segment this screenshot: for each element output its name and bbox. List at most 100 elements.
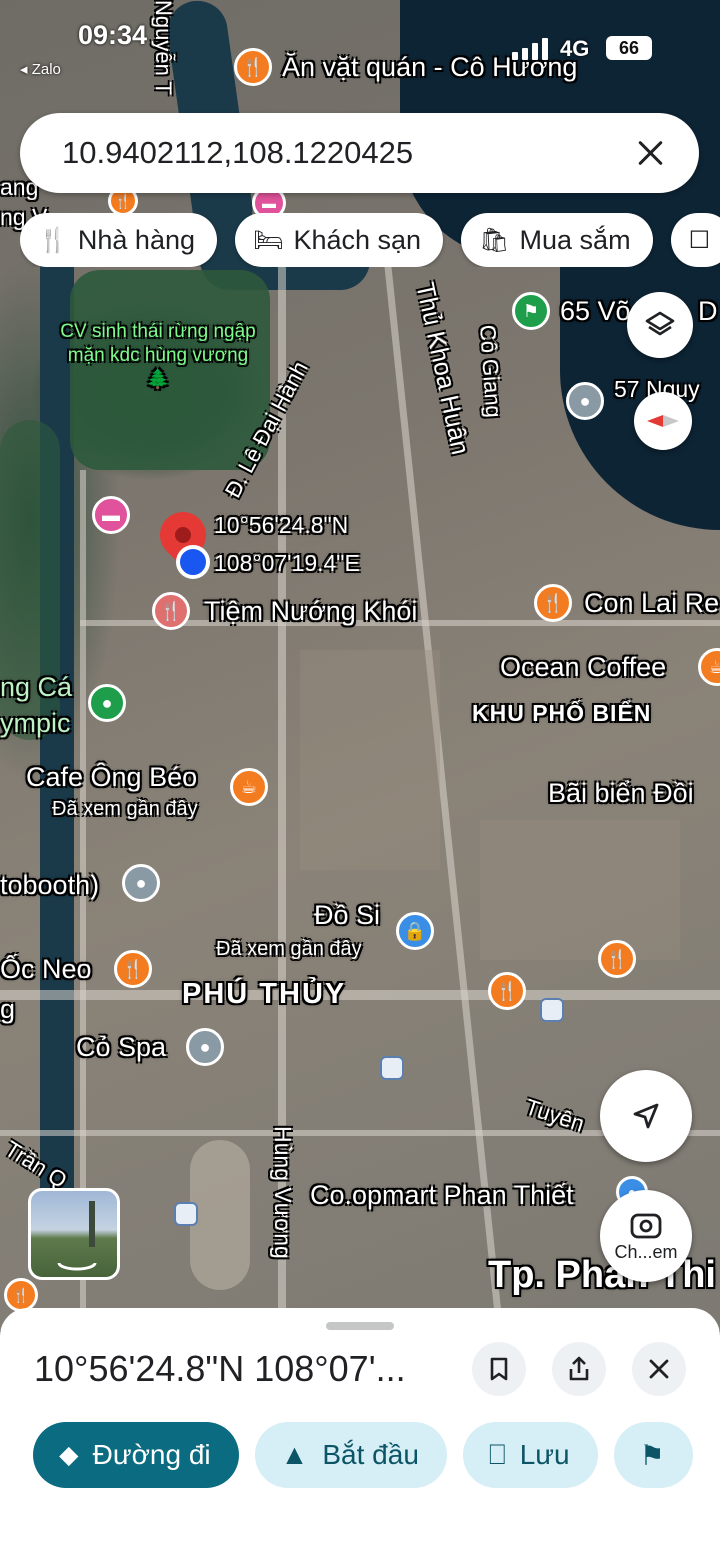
restaurant-pin[interactable]: 🍴 [598, 940, 636, 978]
navigation-arrow-icon [633, 1103, 659, 1129]
drag-handle[interactable] [326, 1322, 394, 1330]
bus-stop-icon[interactable] [380, 1056, 404, 1080]
restaurant-pin[interactable]: 🍴 [152, 592, 190, 630]
network-type: 4G [560, 36, 590, 61]
street-view-thumbnail[interactable] [28, 1188, 120, 1280]
flag-icon: ⚑ [639, 1439, 665, 1471]
road-label-co-giang: Cô Giang [475, 324, 507, 419]
poi-label-ympic: ympic [0, 708, 71, 738]
chip-label: Mua sắm [519, 224, 631, 255]
road-label-hung-vuong: Hùng Vương [270, 1126, 296, 1259]
poi-label-ocean[interactable]: Ocean Coffee [500, 652, 666, 683]
park-label[interactable]: CV sinh thái rừng ngập mặn kdc hùng vươn… [58, 320, 258, 392]
place-pin[interactable]: ● [122, 864, 160, 902]
shop-pin[interactable]: 🔒 [396, 912, 434, 950]
bus-stop-icon[interactable] [540, 998, 564, 1022]
action-buttons: ⬥ Đường đi ▲ Bắt đầu ⎕ Lưu ⚑ [33, 1422, 720, 1488]
directions-icon: ⬥ [59, 1438, 79, 1470]
save-button[interactable]: ⎕ Lưu [462, 1422, 598, 1488]
district-label-phu-thuy: PHÚ THỦY [182, 978, 347, 1010]
signal-icon [512, 38, 552, 60]
status-time: 09:34 [78, 20, 148, 50]
start-icon: ▲ [280, 1439, 309, 1470]
compass-icon [647, 415, 679, 427]
stadium [190, 1140, 250, 1290]
cafe-pin[interactable]: ☕ [698, 648, 720, 686]
edge-label-g: g [0, 994, 16, 1024]
place-bottom-sheet[interactable]: 10°56'24.8"N 108°07'... ⬥ Đường đi ▲ Bắt… [0, 1308, 720, 1559]
place-pin[interactable]: ● [186, 1028, 224, 1066]
restaurant-pin[interactable]: 🍴 [488, 972, 526, 1010]
compass-button[interactable] [634, 392, 692, 450]
start-button[interactable]: ▲ Bắt đầu [254, 1422, 447, 1488]
place-title: 10°56'24.8"N 108°07'... [34, 1348, 406, 1389]
action-label: Lưu [519, 1439, 570, 1470]
close-sheet-button[interactable] [632, 1342, 686, 1396]
restaurant-pin[interactable]: 🍴 [4, 1278, 38, 1312]
road-h1 [0, 990, 720, 1000]
poi-label-oc-neo[interactable]: Ốc Neo [0, 954, 92, 985]
cafe-pin[interactable]: ☕ [230, 768, 268, 806]
action-label: Đường đi [92, 1439, 211, 1470]
search-bar[interactable]: 10.9402112,108.1220425 [20, 113, 699, 193]
poi-label-con-lai[interactable]: Con Lai Re [584, 588, 719, 619]
poi-label-vo-edge: D [698, 296, 718, 326]
poi-sub-cafe: Đã xem gần đây [52, 798, 198, 820]
share-icon [569, 1356, 589, 1381]
urban-block [480, 820, 680, 960]
directions-button[interactable]: ⬥ Đường đi [33, 1422, 239, 1488]
layers-icon [645, 311, 675, 336]
back-to-app-link[interactable]: ◂ Zalo [20, 60, 61, 78]
flag-pin[interactable]: ⚑ [512, 292, 550, 330]
poi-label-ca: ng Cá [0, 672, 73, 702]
poi-label-vo[interactable]: 65 Võ [560, 296, 631, 327]
status-bar: 09:34 ◂ Zalo 4G 66 [0, 0, 720, 80]
bookmark-icon [490, 1357, 508, 1381]
poi-label-tiem[interactable]: Tiệm Nướng Khói [204, 596, 417, 627]
chip-label: Khách sạn [293, 224, 422, 255]
more-chip-icon: ☐ [688, 226, 711, 254]
poi-label-booth: tobooth) [0, 870, 100, 900]
lens-label: Ch...em [614, 1241, 678, 1262]
chip-hotels[interactable]: 🛏 Khách sạn [235, 213, 444, 267]
place-pin[interactable]: ● [566, 382, 604, 420]
share-button[interactable] [552, 1342, 606, 1396]
hotel-pin[interactable]: ▬ [92, 496, 130, 534]
chip-label: Nhà hàng [77, 224, 195, 255]
road-label-thu-khoa-huan: Thủ Khoa Huân [410, 280, 475, 458]
poi-label-bai-bien[interactable]: Bãi biển Đồi [548, 778, 694, 809]
close-icon[interactable] [633, 135, 669, 171]
restaurant-icon: 🍴 [38, 226, 68, 254]
category-chips: 🍴 Nhà hàng 🛏 Khách sạn 🛍 Mua sắm ☐ [20, 213, 720, 267]
my-location-dot[interactable] [176, 545, 210, 579]
restaurant-pin[interactable]: 🍴 [534, 584, 572, 622]
search-input[interactable]: 10.9402112,108.1220425 [62, 135, 633, 171]
action-label: Bắt đầu [322, 1439, 419, 1470]
poi-label-do-si[interactable]: Đồ Si [314, 900, 380, 931]
poi-label-coopmart[interactable]: Co.opmart Phan Thiết [310, 1180, 574, 1211]
camera-lens-icon [630, 1213, 662, 1238]
shopping-icon: 🛍 [479, 226, 510, 254]
close-icon [649, 1359, 669, 1379]
layers-button[interactable] [627, 292, 693, 358]
label-button[interactable]: ⚑ [613, 1422, 693, 1488]
canal [40, 250, 74, 1250]
bookmark-button[interactable] [472, 1342, 526, 1396]
chip-restaurants[interactable]: 🍴 Nhà hàng [20, 213, 217, 267]
hotel-icon: 🛏 [253, 226, 284, 254]
restaurant-pin[interactable]: 🍴 [114, 950, 152, 988]
sport-pin[interactable]: ● [88, 684, 126, 722]
street-view-rotate-icon [57, 1201, 97, 1271]
pin-latitude: 10°56'24.8"N [214, 512, 349, 538]
chip-more[interactable]: ☐ [670, 213, 720, 267]
save-icon: ⎕ [488, 1438, 506, 1470]
urban-block [300, 650, 440, 870]
poi-label-cafe[interactable]: Cafe Ông Béo [26, 762, 197, 793]
lens-button[interactable]: Ch...em [600, 1190, 692, 1282]
bus-stop-icon[interactable] [174, 1202, 198, 1226]
poi-label-co-spa[interactable]: Cỏ Spa [76, 1032, 166, 1063]
pin-longitude: 108°07'19.4"E [214, 550, 360, 576]
battery-icon: 66 [606, 36, 652, 60]
my-location-button[interactable] [600, 1070, 692, 1162]
chip-shopping[interactable]: 🛍 Mua sắm [461, 213, 653, 267]
